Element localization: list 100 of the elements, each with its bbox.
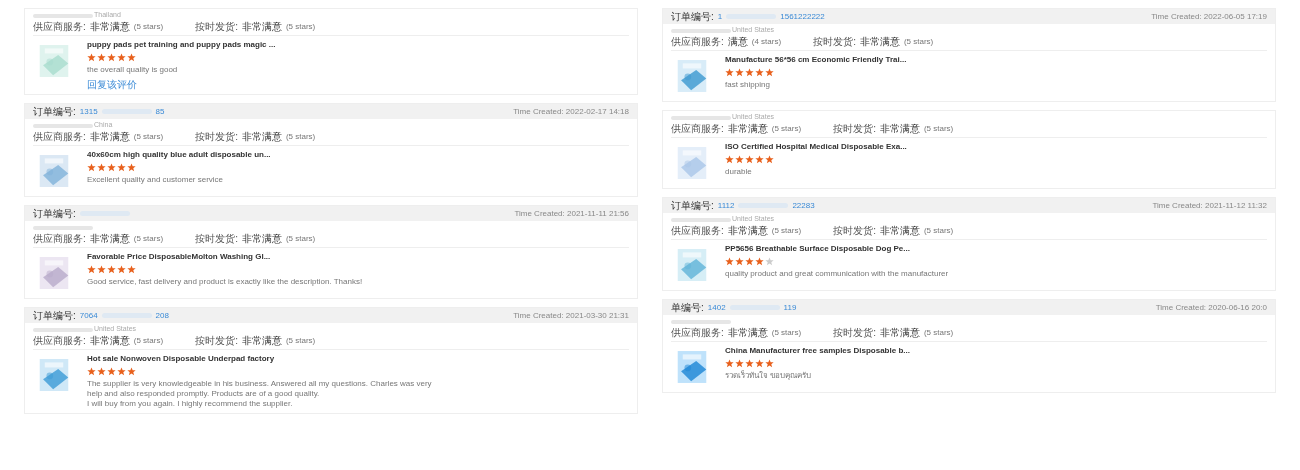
star-icon: [765, 155, 774, 164]
star-icon: [755, 68, 764, 77]
reply-link[interactable]: 回复该评价: [87, 80, 137, 90]
rating-stars-text: (5 stars): [771, 225, 802, 237]
rating-stars-text: (5 stars): [133, 21, 164, 33]
product-title[interactable]: puppy pads pet training and puppy pads magic ...: [87, 40, 276, 50]
product-title[interactable]: Manufacture 56*56 cm Economic Friendly Trai...: [725, 55, 907, 65]
rating-stars-text: (5 stars): [771, 123, 802, 135]
order-label: 订单编号:: [671, 11, 714, 22]
rating-label: 供应商服务:: [33, 334, 86, 347]
time-created: Time Created: 2022-02-17 14:18: [513, 105, 629, 118]
rating-label: 按时发货:: [195, 334, 238, 347]
star-icon: [765, 68, 774, 77]
redaction-bar: [671, 319, 731, 324]
rating-stars-text: (5 stars): [771, 327, 802, 339]
rating-value: 非常满意: [89, 334, 130, 347]
star-icon: [725, 68, 734, 77]
star-icon: [755, 359, 764, 368]
star-icon: [87, 163, 96, 172]
rating-value: 非常满意: [879, 326, 920, 339]
star-icon: [745, 68, 754, 77]
star-icon: [127, 367, 136, 376]
redaction-bar: [33, 13, 93, 18]
rating-value: 非常满意: [241, 130, 282, 143]
product-title[interactable]: 40x60cm high quality blue adult disposable un...: [87, 150, 271, 160]
product-title[interactable]: PP5656 Breathable Surface Disposable Dog Pe...: [725, 244, 949, 254]
star-icon: [117, 367, 126, 376]
star-icon: [117, 53, 126, 62]
order-label: 订单编号:: [33, 208, 76, 219]
star-icon: [725, 257, 734, 266]
order-number-start[interactable]: 1315: [79, 105, 98, 118]
order-number-end[interactable]: 22283: [792, 199, 815, 212]
star-icon: [127, 163, 136, 172]
rating-label: 供应商服务:: [33, 232, 86, 245]
rating-value: 非常满意: [859, 35, 900, 48]
review-comment: fast shipping: [725, 80, 771, 90]
order-number-end[interactable]: 208: [155, 309, 169, 322]
redaction-bar: [33, 123, 93, 128]
order-number-end[interactable]: 119: [783, 301, 797, 314]
redaction-bar: [671, 217, 731, 222]
star-icon: [735, 257, 744, 266]
rating-label: 供应商服务:: [671, 122, 724, 135]
star-icon: [735, 155, 744, 164]
review-comment: the overall quality is good: [87, 65, 179, 75]
star-icon: [735, 68, 744, 77]
star-icon: [745, 359, 754, 368]
star-icon: [107, 265, 116, 274]
rating-value: 非常满意: [727, 224, 768, 237]
rating-label: 按时发货:: [833, 122, 876, 135]
rating-label: 按时发货:: [833, 326, 876, 339]
rating-label: 按时发货:: [195, 20, 238, 33]
redaction-bar: [671, 115, 731, 120]
product-title[interactable]: Favorable Price DisposableMolton Washing Gl...: [87, 252, 363, 262]
rating-label: 按时发货:: [195, 130, 238, 143]
star-icon: [107, 367, 116, 376]
star-icon: [87, 53, 96, 62]
star-icon: [725, 359, 734, 368]
rating-label: 供应商服务:: [33, 20, 86, 33]
product-title[interactable]: China Manufacturer free samples Disposable b...: [725, 346, 910, 356]
time-created: Time Created: 2021-03-30 21:31: [513, 309, 629, 322]
star-icon: [107, 163, 116, 172]
product-title[interactable]: ISO Certified Hospital Medical Disposable Exa...: [725, 142, 907, 152]
rating-stars-text: (5 stars): [285, 131, 316, 143]
star-icon: [755, 155, 764, 164]
order-number-start[interactable]: 1402: [707, 301, 726, 314]
rating-label: 供应商服务:: [671, 326, 724, 339]
rating-label: 供应商服务:: [671, 35, 724, 48]
star-icon: [97, 367, 106, 376]
order-number-end[interactable]: 85: [155, 105, 165, 118]
star-icon: [97, 265, 106, 274]
rating-stars-text: (5 stars): [133, 233, 164, 245]
rating-stars-text: (5 stars): [133, 335, 164, 347]
rating-stars-text: (5 stars): [923, 225, 954, 237]
star-icon: [97, 163, 106, 172]
rating-label: 供应商服务:: [671, 224, 724, 237]
product-title[interactable]: Hot sale Nonwoven Disposable Underpad factory: [87, 354, 447, 364]
order-number-start[interactable]: 1112: [717, 199, 735, 212]
rating-value: 非常满意: [241, 20, 282, 33]
review-comment: The supplier is very knowledgeable in his business. Answered all my questions. Charles was very help and also responded promptly. Products are of a good quality. I will buy from you again. I highly recommend the supplier.: [87, 379, 433, 409]
rating-stars-text: (5 stars): [923, 123, 954, 135]
rating-stars-text: (5 stars): [133, 131, 164, 143]
rating-label: 按时发货:: [813, 35, 856, 48]
rating-value: 非常满意: [241, 334, 282, 347]
rating-stars-text: (5 stars): [285, 335, 316, 347]
order-number-start[interactable]: 7064: [79, 309, 98, 322]
rating-value: 非常满意: [89, 232, 130, 245]
order-label: 订单编号:: [33, 310, 76, 321]
rating-stars-text: (4 stars): [751, 36, 782, 48]
order-number-end[interactable]: 1561222222: [780, 10, 825, 23]
rating-label: 按时发货:: [195, 232, 238, 245]
order-number-start[interactable]: 1: [717, 10, 723, 23]
rating-value: 非常满意: [879, 224, 920, 237]
star-icon: [87, 265, 96, 274]
star-icon: [117, 163, 126, 172]
star-icon: [127, 265, 136, 274]
order-label: 单编号:: [671, 302, 704, 313]
rating-value: 非常满意: [879, 122, 920, 135]
star-icon: [765, 257, 774, 266]
rating-value: 非常满意: [89, 130, 130, 143]
rating-value: 非常满意: [727, 122, 768, 135]
